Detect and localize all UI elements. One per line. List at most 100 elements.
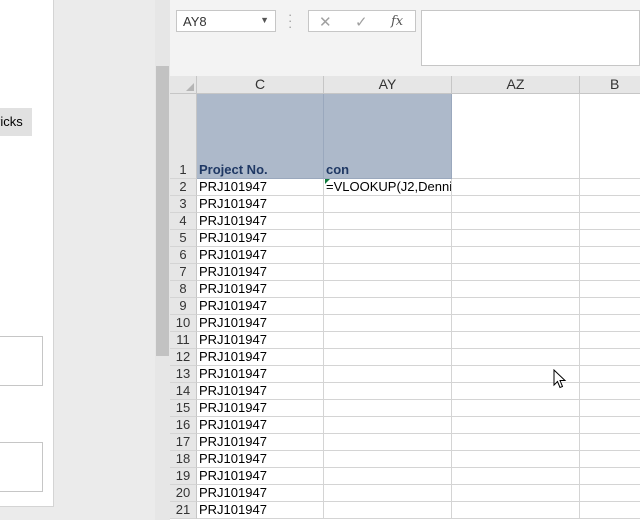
cell-c[interactable]: PRJ101947 xyxy=(197,502,324,519)
row-header[interactable]: 16 xyxy=(170,417,197,434)
select-all-button[interactable] xyxy=(170,76,197,94)
row-header[interactable]: 4 xyxy=(170,213,197,230)
column-header-c[interactable]: C xyxy=(197,76,324,94)
cell-c[interactable]: PRJ101947 xyxy=(197,400,324,417)
row-header[interactable]: 13 xyxy=(170,366,197,383)
cell-b[interactable] xyxy=(580,451,640,468)
cell-c[interactable]: PRJ101947 xyxy=(197,332,324,349)
cell-ay[interactable]: =VLOOKUP(J2,Denni xyxy=(324,179,452,196)
cell-b[interactable] xyxy=(580,179,640,196)
cell-az[interactable] xyxy=(452,213,580,230)
cell-ay[interactable] xyxy=(324,383,452,400)
cell-ay[interactable] xyxy=(324,400,452,417)
row-header[interactable]: 1 xyxy=(170,94,197,179)
cell-c[interactable]: PRJ101947 xyxy=(197,230,324,247)
scrollbar-thumb[interactable] xyxy=(156,66,169,356)
cell-az[interactable] xyxy=(452,298,580,315)
cell-c[interactable]: PRJ101947 xyxy=(197,366,324,383)
row-header[interactable]: 2 xyxy=(170,179,197,196)
cell-az[interactable] xyxy=(452,179,580,196)
cell-ay[interactable] xyxy=(324,281,452,298)
task-pane-input-1[interactable] xyxy=(0,336,43,386)
row-header[interactable]: 18 xyxy=(170,451,197,468)
cell-b[interactable] xyxy=(580,298,640,315)
cell-b[interactable] xyxy=(580,383,640,400)
cell-ay[interactable] xyxy=(324,247,452,264)
cell-ay[interactable] xyxy=(324,264,452,281)
cell-c[interactable]: PRJ101947 xyxy=(197,315,324,332)
cell-az1[interactable] xyxy=(452,94,580,179)
cell-ay[interactable] xyxy=(324,485,452,502)
cell-az[interactable] xyxy=(452,468,580,485)
cell-b[interactable] xyxy=(580,502,640,519)
row-header[interactable]: 14 xyxy=(170,383,197,400)
cell-ay[interactable] xyxy=(324,298,452,315)
row-header[interactable]: 8 xyxy=(170,281,197,298)
cell-c[interactable]: PRJ101947 xyxy=(197,264,324,281)
cell-c[interactable]: PRJ101947 xyxy=(197,434,324,451)
cell-ay[interactable] xyxy=(324,213,452,230)
row-header[interactable]: 20 xyxy=(170,485,197,502)
cell-c[interactable]: PRJ101947 xyxy=(197,247,324,264)
row-header[interactable]: 11 xyxy=(170,332,197,349)
cell-az[interactable] xyxy=(452,417,580,434)
cell-b1[interactable] xyxy=(580,94,640,179)
cell-c[interactable]: PRJ101947 xyxy=(197,417,324,434)
cell-az[interactable] xyxy=(452,247,580,264)
cell-ay[interactable] xyxy=(324,230,452,247)
tricks-chip[interactable]: ricks xyxy=(0,108,32,136)
cell-az[interactable] xyxy=(452,451,580,468)
row-header[interactable]: 15 xyxy=(170,400,197,417)
row-header[interactable]: 12 xyxy=(170,349,197,366)
cell-b[interactable] xyxy=(580,230,640,247)
cell-b[interactable] xyxy=(580,417,640,434)
cell-az[interactable] xyxy=(452,349,580,366)
cell-b[interactable] xyxy=(580,366,640,383)
check-icon[interactable]: ✓ xyxy=(355,13,368,31)
cell-c[interactable]: PRJ101947 xyxy=(197,451,324,468)
cell-az[interactable] xyxy=(452,196,580,213)
insert-function-icon[interactable]: fx xyxy=(391,14,403,29)
cell-b[interactable] xyxy=(580,196,640,213)
row-header[interactable]: 10 xyxy=(170,315,197,332)
cell-b[interactable] xyxy=(580,468,640,485)
cell-b[interactable] xyxy=(580,281,640,298)
cell-c[interactable]: PRJ101947 xyxy=(197,485,324,502)
cell-ay1-con[interactable]: con xyxy=(324,94,452,179)
column-header-b[interactable]: B xyxy=(580,76,640,94)
cell-az[interactable] xyxy=(452,264,580,281)
row-header[interactable]: 9 xyxy=(170,298,197,315)
cell-b[interactable] xyxy=(580,213,640,230)
cancel-icon[interactable]: ✕ xyxy=(319,13,332,31)
column-header-ay[interactable]: AY xyxy=(324,76,452,94)
column-header-az[interactable]: AZ xyxy=(452,76,580,94)
cell-az[interactable] xyxy=(452,400,580,417)
row-header[interactable]: 5 xyxy=(170,230,197,247)
cell-az[interactable] xyxy=(452,332,580,349)
row-header[interactable]: 21 xyxy=(170,502,197,519)
formula-input[interactable] xyxy=(421,10,640,66)
cell-c[interactable]: PRJ101947 xyxy=(197,281,324,298)
cell-ay[interactable] xyxy=(324,451,452,468)
cell-b[interactable] xyxy=(580,247,640,264)
row-header[interactable]: 7 xyxy=(170,264,197,281)
row-header[interactable]: 19 xyxy=(170,468,197,485)
cell-b[interactable] xyxy=(580,434,640,451)
name-box[interactable]: AY8 ▼ xyxy=(176,10,276,32)
cell-ay[interactable] xyxy=(324,332,452,349)
cell-c[interactable]: PRJ101947 xyxy=(197,213,324,230)
cell-b[interactable] xyxy=(580,264,640,281)
cell-b[interactable] xyxy=(580,349,640,366)
row-header[interactable]: 17 xyxy=(170,434,197,451)
cell-b[interactable] xyxy=(580,332,640,349)
cell-ay[interactable] xyxy=(324,196,452,213)
cell-c[interactable]: PRJ101947 xyxy=(197,468,324,485)
cell-ay[interactable] xyxy=(324,366,452,383)
vertical-scrollbar[interactable] xyxy=(155,0,170,520)
cell-az[interactable] xyxy=(452,485,580,502)
cell-ay[interactable] xyxy=(324,502,452,519)
cell-az[interactable] xyxy=(452,281,580,298)
cell-az[interactable] xyxy=(452,434,580,451)
cell-az[interactable] xyxy=(452,230,580,247)
cell-c[interactable]: PRJ101947 xyxy=(197,179,324,196)
